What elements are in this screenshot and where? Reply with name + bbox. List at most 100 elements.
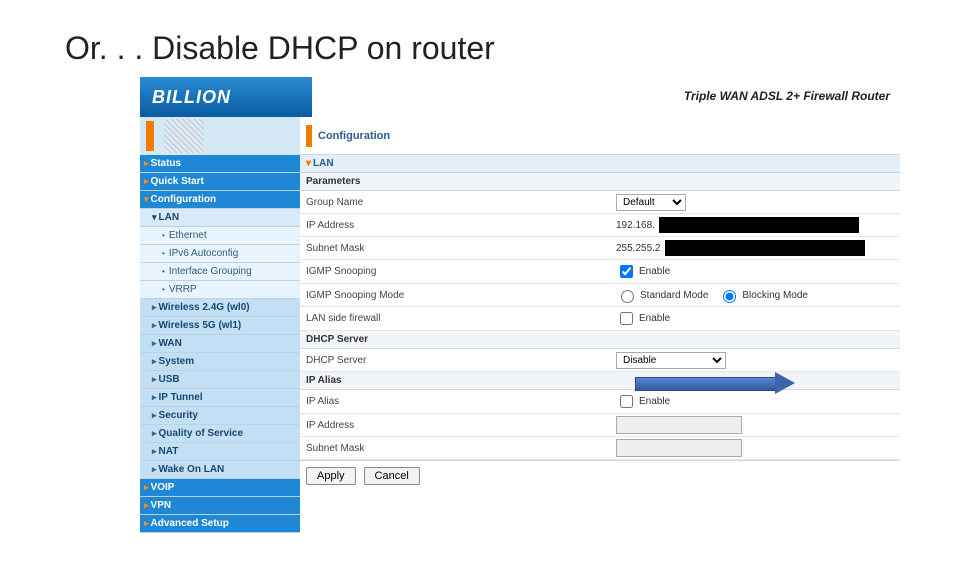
sidebar-item-2[interactable]: ▾Configuration [140,191,300,209]
ribbon: Configuration [140,117,900,155]
field-dhcp-server: DHCP Server Disable [300,349,900,372]
radio-blocking-input[interactable] [723,290,736,303]
sidebar-item-16[interactable]: ▸NAT [140,443,300,461]
sidebar-item-label: Wireless 2.4G (wl0) [159,302,250,313]
ribbon-right: Configuration [300,117,900,155]
bullet-icon: • [162,249,165,258]
bullet-icon: • [162,231,165,240]
checkbox-igmp-snoop[interactable]: Enable [616,262,670,281]
sidebar-item-6[interactable]: • Interface Grouping [140,263,300,281]
bullet-icon: • [162,267,165,276]
ribbon-left [140,117,300,155]
sidebar-item-label: IP Tunnel [159,392,203,403]
section-parameters: Parameters [300,173,900,191]
label-subnet: Subnet Mask [306,243,616,254]
device-model: Triple WAN ADSL 2+ Firewall Router [684,89,890,103]
field-subnet: Subnet Mask 255.255.2 [300,237,900,260]
sidebar-item-17[interactable]: ▸Wake On LAN [140,461,300,479]
chevron-icon: ▸ [152,374,157,385]
label-alias-subnet: Subnet Mask [306,443,616,454]
sidebar-item-label: VPN [151,500,172,511]
sidebar-item-1[interactable]: ▸Quick Start [140,173,300,191]
sidebar-item-0[interactable]: ▸Status [140,155,300,173]
chevron-icon: ▸ [152,464,157,475]
sidebar-item-8[interactable]: ▸Wireless 2.4G (wl0) [140,299,300,317]
main-panel: ▾LAN Parameters Group Name Default IP Ad… [300,155,900,533]
sidebar-item-label: VOIP [151,482,175,493]
radio-blocking-mode[interactable]: Blocking Mode [718,287,808,303]
chevron-icon: ▸ [152,302,157,313]
decorative-image [164,119,204,153]
field-group-name: Group Name Default [300,191,900,214]
checkbox-igmp-snoop-input[interactable] [620,265,633,278]
label-ip-address: IP Address [306,220,616,231]
field-igmp-mode: IGMP Snooping Mode Standard Mode Blockin… [300,284,900,307]
sidebar-item-label: Configuration [151,194,217,205]
sidebar-item-label: IPv6 Autoconfig [169,248,239,259]
checkbox-ip-alias-input[interactable] [620,395,633,408]
chevron-icon: ▸ [152,392,157,403]
ip-prefix: 192.168. [616,220,655,231]
sidebar-item-11[interactable]: ▸System [140,353,300,371]
redacted-ip [659,217,859,233]
checkbox-lan-fw-input[interactable] [620,312,633,325]
field-lan-firewall: LAN side firewall Enable [300,307,900,331]
section-dhcp: DHCP Server [300,331,900,349]
sidebar-item-7[interactable]: •VRRP [140,281,300,299]
sidebar-item-20[interactable]: ▸Advanced Setup [140,515,300,533]
sidebar-item-9[interactable]: ▸Wireless 5G (wl1) [140,317,300,335]
chevron-icon: ▸ [152,320,157,331]
sidebar-item-label: LAN [159,212,180,223]
sidebar-item-18[interactable]: ▸VOIP [140,479,300,497]
sidebar-item-19[interactable]: ▸VPN [140,497,300,515]
checkbox-lan-firewall[interactable]: Enable [616,309,670,328]
chevron-icon: ▸ [152,446,157,457]
checkbox-ip-alias[interactable]: Enable [616,392,670,411]
sidebar-item-12[interactable]: ▸USB [140,371,300,389]
sidebar-item-10[interactable]: ▸WAN [140,335,300,353]
sidebar-item-label: USB [159,374,180,385]
label-igmp-mode: IGMP Snooping Mode [306,290,616,301]
select-dhcp-server[interactable]: Disable [616,352,726,369]
label-dhcp-server: DHCP Server [306,355,616,366]
select-group-name[interactable]: Default [616,194,686,211]
sidebar-item-4[interactable]: •Ethernet [140,227,300,245]
bullet-icon: • [162,285,165,294]
chevron-icon: ▸ [152,428,157,439]
field-ip-alias-enable: IP Alias Enable [300,390,900,414]
header-bar: BILLION Triple WAN ADSL 2+ Firewall Rout… [140,77,900,117]
checkbox-lan-fw-label: Enable [639,313,670,324]
chevron-icon: ▸ [144,500,149,511]
button-row: Apply Cancel [300,460,900,491]
chevron-icon: ▸ [144,482,149,493]
field-alias-ip: IP Address [300,414,900,437]
sidebar-item-label: Interface Grouping [169,266,252,277]
apply-button[interactable]: Apply [306,467,356,485]
chevron-icon: ▾ [152,212,157,223]
checkbox-igmp-label: Enable [639,266,670,277]
sidebar-item-label: System [159,356,195,367]
input-alias-subnet[interactable] [616,439,742,457]
redacted-subnet [665,240,865,256]
sidebar-item-3[interactable]: ▾LAN [140,209,300,227]
section-lan: ▾LAN [300,155,900,173]
sidebar-item-5[interactable]: • IPv6 Autoconfig [140,245,300,263]
input-alias-ip[interactable] [616,416,742,434]
sidebar-item-15[interactable]: ▸Quality of Service [140,425,300,443]
callout-arrow [635,374,795,392]
radio-standard-input[interactable] [621,290,634,303]
field-alias-subnet: Subnet Mask [300,437,900,460]
radio-standard-label: Standard Mode [640,290,708,301]
cancel-button[interactable]: Cancel [364,467,420,485]
sidebar-item-label: Wireless 5G (wl1) [159,320,242,331]
radio-standard-mode[interactable]: Standard Mode [616,287,708,303]
label-group-name: Group Name [306,197,616,208]
sidebar-item-13[interactable]: ▸IP Tunnel [140,389,300,407]
sidebar-item-label: Quality of Service [159,428,243,439]
sidebar-item-14[interactable]: ▸Security [140,407,300,425]
chevron-icon: ▸ [152,356,157,367]
label-lan-firewall: LAN side firewall [306,313,616,324]
subnet-prefix: 255.255.2 [616,243,661,254]
chevron-icon: ▸ [144,158,149,169]
label-igmp-snoop: IGMP Snooping [306,266,616,277]
